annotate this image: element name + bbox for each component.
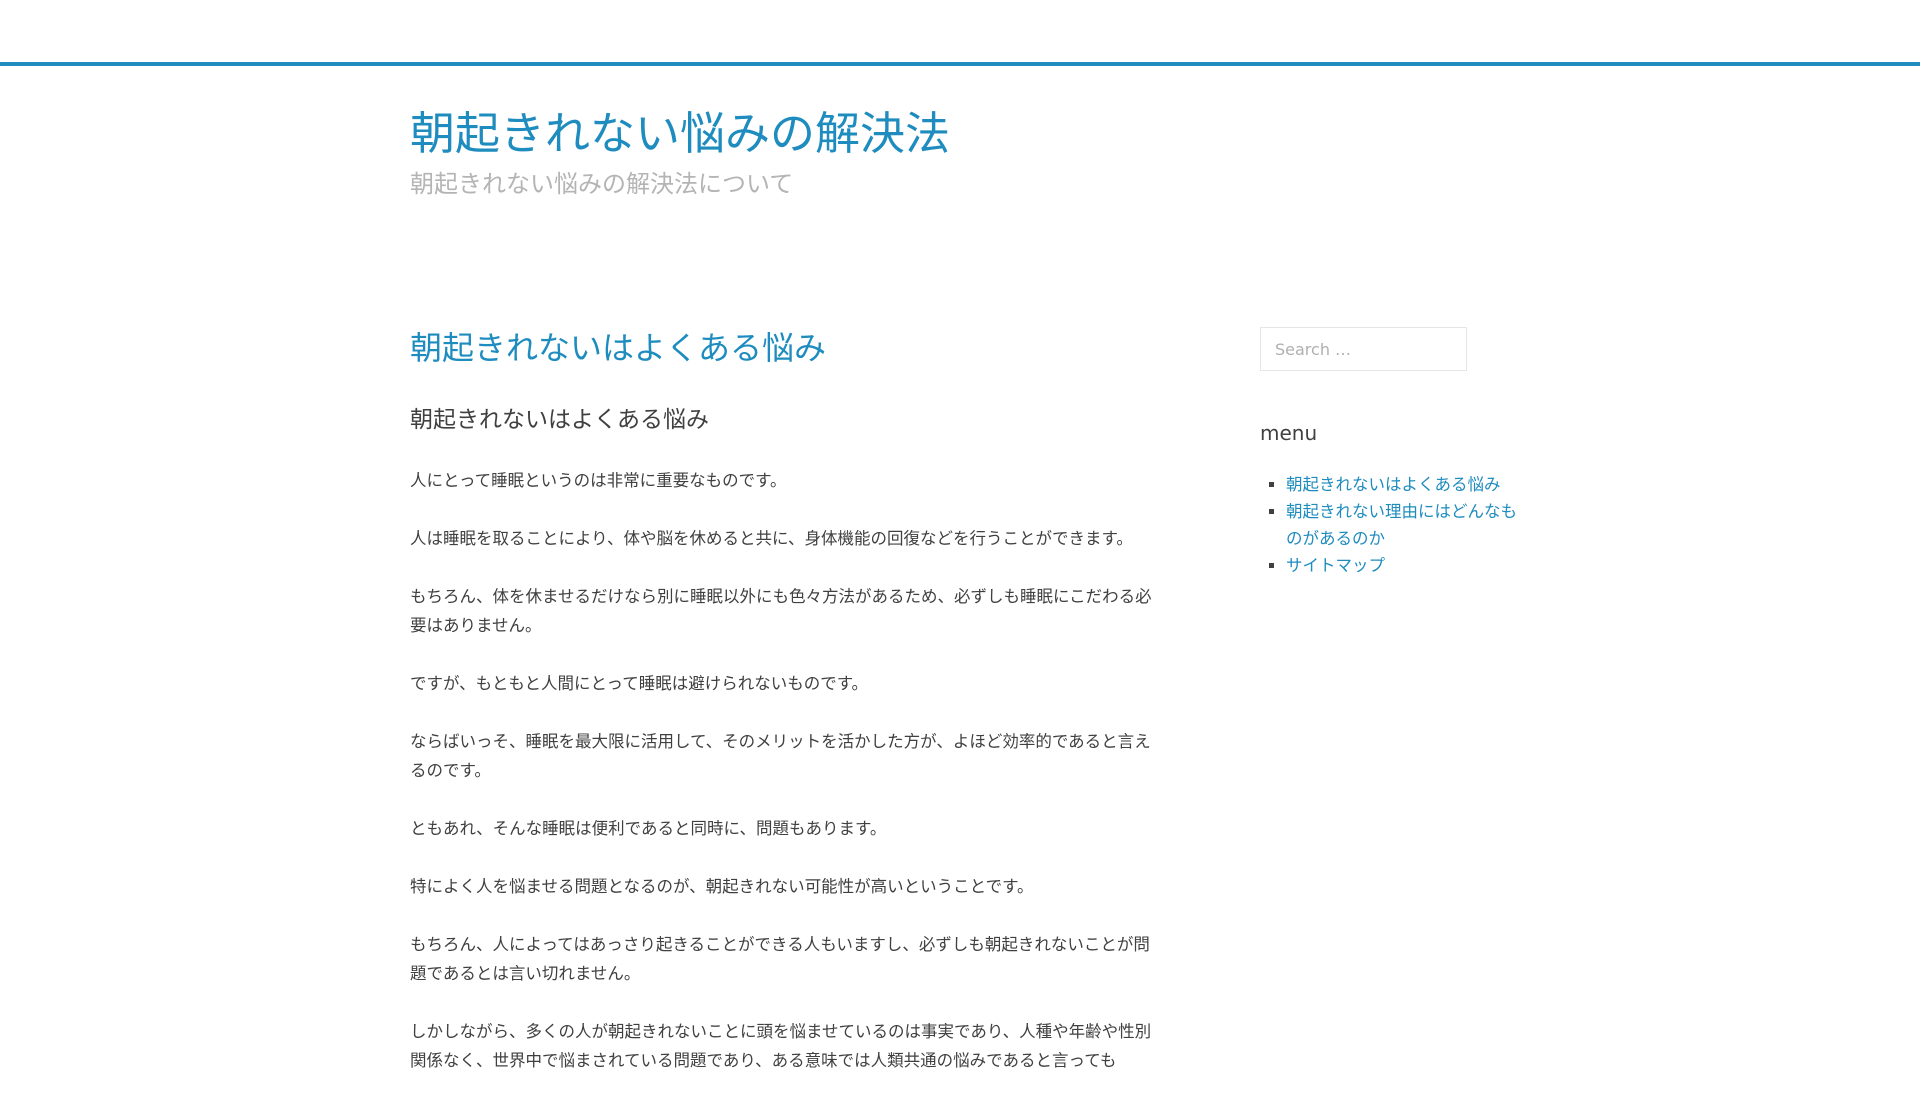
site-title-link[interactable]: 朝起きれない悩みの解決法 bbox=[410, 104, 950, 164]
menu-link-reasons[interactable]: 朝起きれない理由にはどんなものがあるのか bbox=[1286, 502, 1517, 548]
site-description: 朝起きれない悩みの解決法について bbox=[410, 170, 794, 198]
main-content: 朝起きれないはよくある悩み 朝起きれないはよくある悩み 人にとって睡眠というのは… bbox=[410, 322, 1158, 1104]
paragraph: ならばいっそ、睡眠を最大限に活用して、そのメリットを活かした方が、よほど効率的で… bbox=[410, 732, 1151, 780]
menu-item: サイトマップ bbox=[1286, 552, 1520, 579]
menu-item: 朝起きれないはよくある悩み bbox=[1286, 471, 1520, 498]
paragraph: 人は睡眠を取ることにより、体や脳を休めると共に、身体機能の回復などを行うことがで… bbox=[410, 529, 1133, 548]
menu-item: 朝起きれない理由にはどんなものがあるのか bbox=[1286, 498, 1520, 552]
paragraph: しかしながら、多くの人が朝起きれないことに頭を悩ませているのは事実であり、人種や… bbox=[410, 1022, 1152, 1070]
site-header: 朝起きれない悩みの解決法 朝起きれない悩みの解決法について bbox=[410, 104, 1510, 200]
paragraph: もちろん、体を休ませるだけなら別に睡眠以外にも色々方法があるため、必ずしも睡眠に… bbox=[410, 587, 1152, 635]
paragraph: 人にとって睡眠というのは非常に重要なものです。 bbox=[410, 471, 787, 490]
menu-list: 朝起きれないはよくある悩み 朝起きれない理由にはどんなものがあるのか サイトマッ… bbox=[1260, 471, 1520, 579]
menu-link-sitemap[interactable]: サイトマップ bbox=[1286, 556, 1385, 575]
sidebar: menu 朝起きれないはよくある悩み 朝起きれない理由にはどんなものがあるのか … bbox=[1260, 327, 1520, 579]
search-input[interactable] bbox=[1260, 327, 1467, 371]
paragraph: 特によく人を悩ませる問題となるのが、朝起きれない可能性が高いということです。 bbox=[410, 877, 1034, 896]
top-bar bbox=[0, 0, 1920, 66]
paragraph: ともあれ、そんな睡眠は便利であると同時に、問題もあります。 bbox=[410, 819, 887, 838]
entry-subtitle: 朝起きれないはよくある悩み bbox=[410, 407, 709, 433]
menu-widget-title: menu bbox=[1260, 421, 1318, 445]
menu-link-common-worry[interactable]: 朝起きれないはよくある悩み bbox=[1286, 475, 1501, 494]
paragraph: ですが、もともと人間にとって睡眠は避けられないものです。 bbox=[410, 674, 869, 693]
entry-title: 朝起きれないはよくある悩み bbox=[410, 329, 827, 367]
paragraph: もちろん、人によってはあっさり起きることができる人もいますし、必ずしも朝起きれな… bbox=[410, 935, 1150, 983]
